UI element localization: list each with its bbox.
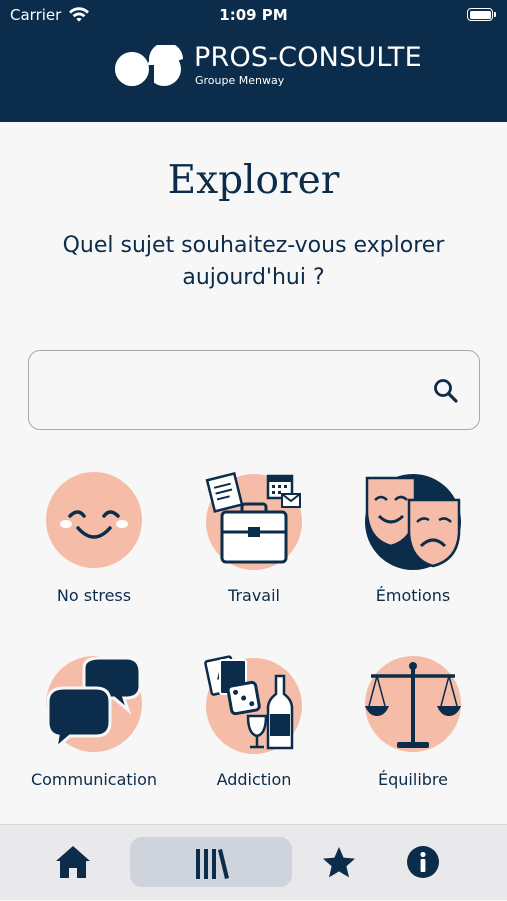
app-header: Carrier 1:09 PM PROS-CONSULTE Groupe Men… — [0, 0, 507, 122]
tab-info[interactable] — [390, 825, 456, 901]
bottom-tab-bar — [0, 824, 507, 900]
topic-label: Addiction — [216, 770, 292, 789]
briefcase-icon — [205, 471, 302, 570]
star-icon — [323, 847, 355, 878]
status-bar: Carrier 1:09 PM — [0, 0, 507, 30]
battery-icon — [467, 8, 496, 21]
balance-scale-icon — [365, 656, 461, 752]
logo-mark-icon — [115, 45, 183, 87]
tab-library[interactable] — [130, 825, 292, 901]
topic-tile-no-stress[interactable]: No stress — [10, 470, 178, 610]
tab-home[interactable] — [40, 825, 106, 901]
theater-masks-icon — [365, 474, 461, 570]
clock: 1:09 PM — [219, 6, 288, 24]
topic-tile-equilibre[interactable]: Équilibre — [329, 654, 497, 794]
speech-bubbles-icon — [46, 656, 142, 752]
search-field[interactable] — [28, 350, 480, 430]
topic-label: Travail — [228, 586, 280, 605]
library-icon — [196, 849, 229, 879]
topic-tile-communication[interactable]: Communication — [10, 654, 178, 794]
topic-tile-addiction[interactable]: Addiction — [170, 654, 338, 794]
topic-label: Équilibre — [378, 770, 448, 789]
brand-title: PROS-CONSULTE — [194, 42, 422, 73]
tab-favorites[interactable] — [306, 825, 372, 901]
topic-tile-travail[interactable]: Travail — [170, 470, 338, 610]
smiley-icon — [46, 472, 142, 568]
home-icon — [56, 846, 90, 878]
page-subtitle: Quel sujet souhaitez-vous explorer aujou… — [62, 233, 445, 290]
topic-label: Émotions — [375, 586, 451, 605]
topic-tile-emotions[interactable]: Émotions — [329, 470, 497, 610]
search-icon[interactable] — [433, 378, 459, 408]
info-icon — [407, 846, 439, 878]
page-title: Explorer — [167, 158, 340, 203]
dice-cards-bottle-icon — [204, 655, 302, 754]
topic-label: No stress — [56, 586, 132, 605]
brand-subtitle: Groupe Menway — [195, 74, 285, 87]
topic-label: Communication — [30, 770, 158, 789]
